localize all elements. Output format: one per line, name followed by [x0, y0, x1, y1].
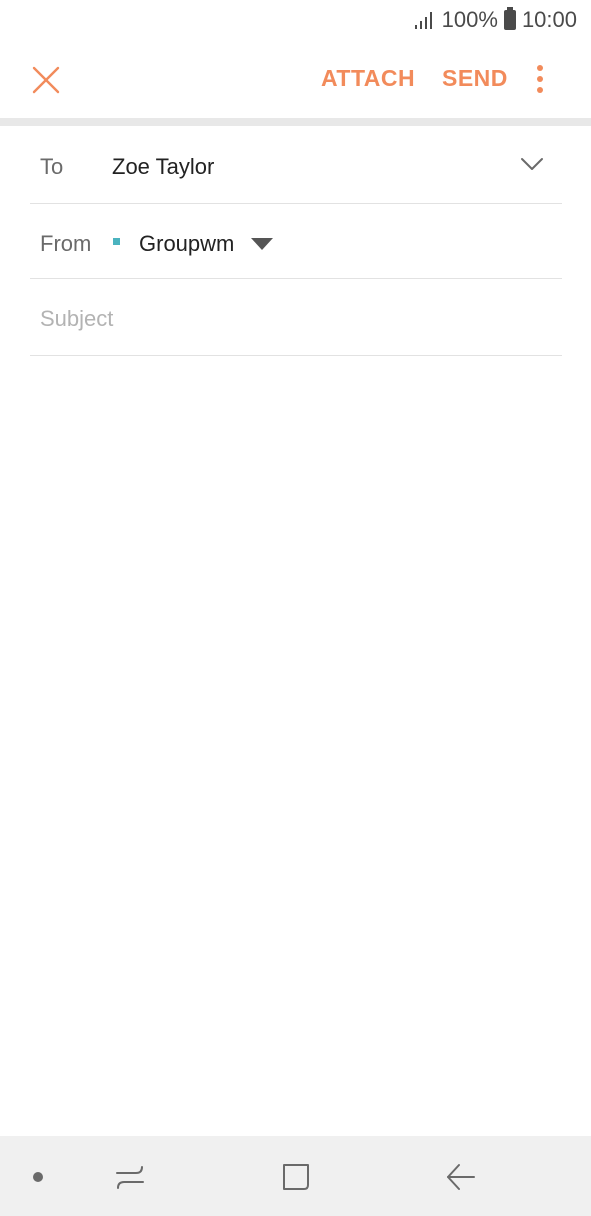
dropdown-caret-icon[interactable] — [250, 236, 274, 252]
status-indicators: 100% 10:00 — [414, 6, 577, 34]
toolbar-divider — [0, 118, 591, 126]
from-account[interactable]: Groupwm — [139, 231, 234, 257]
recent-apps-icon[interactable] — [114, 1162, 146, 1192]
dot-icon[interactable] — [32, 1171, 44, 1183]
system-navbar — [0, 1136, 591, 1216]
battery-icon — [503, 7, 516, 30]
attach-button[interactable]: ATTACH — [321, 65, 415, 92]
to-label: To — [40, 154, 64, 179]
account-color-indicator — [113, 238, 120, 245]
to-recipient[interactable]: Zoe Taylor — [112, 154, 214, 180]
close-icon[interactable] — [28, 62, 64, 98]
clock: 10:00 — [521, 7, 577, 32]
to-row[interactable]: To Zoe Taylor — [30, 126, 562, 204]
from-label: From — [40, 231, 92, 256]
send-button[interactable]: SEND — [442, 65, 508, 92]
message-body[interactable] — [0, 356, 591, 1136]
back-icon[interactable] — [444, 1162, 478, 1192]
subject-input[interactable] — [40, 303, 552, 335]
from-row[interactable]: From Groupwm — [30, 204, 562, 279]
chevron-down-icon[interactable] — [518, 152, 546, 176]
compose-toolbar: ATTACH SEND — [0, 40, 591, 118]
more-vertical-icon[interactable] — [527, 62, 553, 98]
signal-icon — [414, 12, 432, 29]
battery-percent: 100% — [441, 7, 498, 32]
home-icon[interactable] — [280, 1161, 312, 1193]
subject-row — [30, 279, 562, 356]
status-bar: 100% 10:00 — [0, 0, 591, 40]
